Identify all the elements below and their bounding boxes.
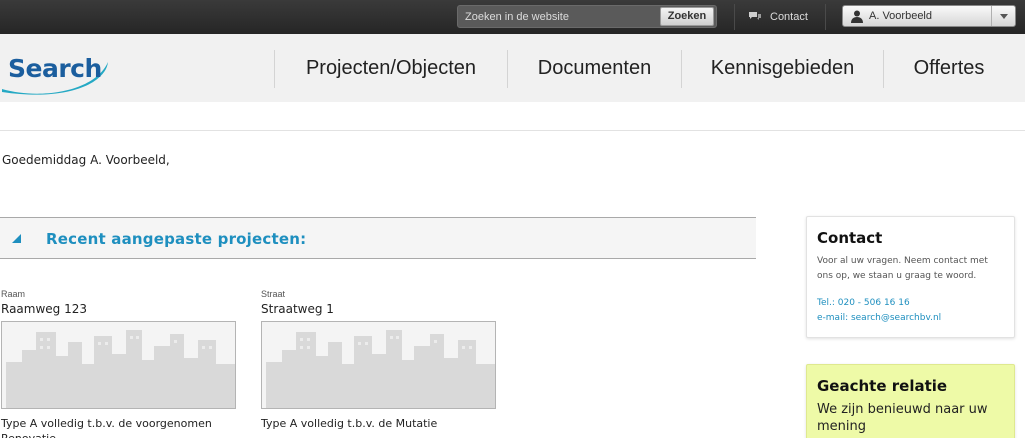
user-menu[interactable]: A. Voorbeeld <box>842 5 1016 27</box>
user-name: A. Voorbeeld <box>869 10 932 22</box>
divider <box>825 4 826 30</box>
city-placeholder-icon <box>266 330 495 408</box>
contact-label: Contact <box>770 11 808 23</box>
project-title[interactable]: Straatweg 1 <box>261 302 497 316</box>
phone-link[interactable]: Tel.: 020 - 506 16 16 <box>817 296 1004 311</box>
nav-offertes[interactable]: Offertes <box>884 34 1014 102</box>
feedback-widget[interactable]: Geachte relatie We zijn benieuwd naar uw… <box>806 364 1015 438</box>
project-card[interactable]: Raam Raamweg 123 Type A volledig t.b.v. … <box>1 289 237 438</box>
project-thumbnail[interactable] <box>261 321 496 409</box>
project-thumbnail[interactable] <box>1 321 236 409</box>
nav-documenten[interactable]: Documenten <box>508 34 681 102</box>
project-description: Type A volledig t.b.v. de voorgenomen Re… <box>1 417 212 438</box>
main-header: Search Projecten/Objecten Documenten Ken… <box>0 34 1025 102</box>
section-title: Recent aangepaste projecten: <box>46 230 307 248</box>
logo-text: Search <box>8 54 102 83</box>
logo[interactable]: Search <box>0 42 118 98</box>
nav-kennisgebieden[interactable]: Kennisgebieden <box>682 34 883 102</box>
feedback-widget-title: Geachte relatie <box>817 377 948 395</box>
divider <box>734 4 735 30</box>
project-category: Raam <box>1 289 26 299</box>
contact-widget-text: Voor al uw vragen. Neem contact met ons … <box>817 256 988 281</box>
chevron-down-icon[interactable] <box>991 6 1015 26</box>
contact-widget-title: Contact <box>817 229 883 247</box>
chat-icon <box>749 12 761 20</box>
search-input[interactable] <box>458 6 660 27</box>
recent-projects-header[interactable]: Recent aangepaste projecten: <box>0 217 756 259</box>
nav-projecten[interactable]: Projecten/Objecten <box>275 34 507 102</box>
user-icon <box>851 10 863 23</box>
project-category: Straat <box>261 289 286 299</box>
top-bar: Zoeken Contact A. Voorbeeld <box>0 0 1025 34</box>
email-link[interactable]: e-mail: search@searchbv.nl <box>817 311 1004 326</box>
collapse-arrow-icon[interactable] <box>12 234 21 243</box>
search-box: Zoeken <box>457 5 717 28</box>
search-button[interactable]: Zoeken <box>660 7 714 26</box>
city-placeholder-icon <box>6 330 235 408</box>
project-description: Type A volledig t.b.v. de Mutatie <box>261 417 438 430</box>
divider <box>0 130 1025 131</box>
greeting-text: Goedemiddag A. Voorbeeld, <box>2 153 170 167</box>
contact-details: Tel.: 020 - 506 16 16 e-mail: search@sea… <box>817 296 1004 326</box>
contact-link[interactable]: Contact <box>748 9 808 25</box>
project-card[interactable]: Straat Straatweg 1 Type A volledig t.b.v… <box>261 289 497 431</box>
project-title[interactable]: Raamweg 123 <box>1 302 237 316</box>
contact-widget: Contact Voor al uw vragen. Neem contact … <box>806 216 1015 338</box>
feedback-widget-text[interactable]: We zijn benieuwd naar uw mening <box>817 401 1004 435</box>
